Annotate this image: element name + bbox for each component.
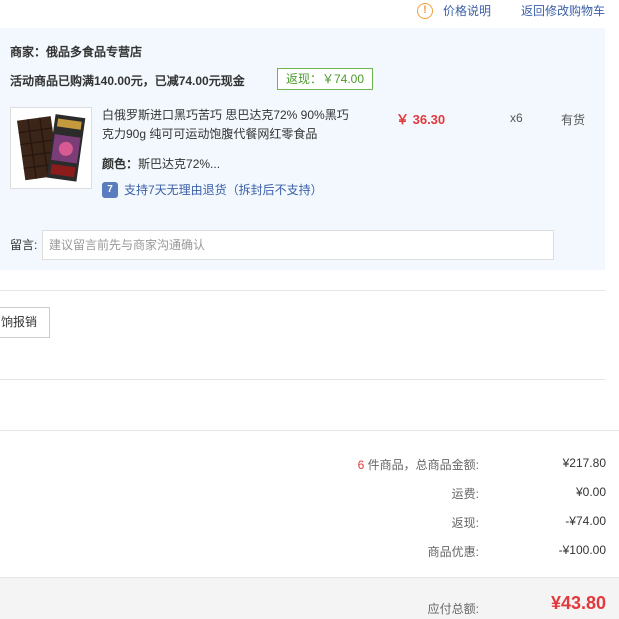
discount-label: 商品优惠: (427, 545, 479, 559)
merchant-info: 商家：俄品多食品专营店 (10, 43, 142, 60)
chocolate-image-icon (11, 108, 91, 188)
product-color: 颜色：斯巴达克72%... (102, 155, 220, 172)
order-panel: 商家：俄品多食品专营店 活动商品已购满140.00元，已减74.00元现金 返现… (0, 28, 605, 270)
color-label: 颜色： (102, 157, 139, 171)
discount-value: -¥100.00 (558, 543, 606, 557)
merchant-name[interactable]: 俄品多食品专营店 (46, 45, 142, 59)
color-value: 斯巴达克72%... (138, 157, 221, 171)
stock-status: 有货 (561, 113, 586, 127)
divider (0, 430, 619, 431)
message-input[interactable] (42, 230, 554, 260)
product-thumbnail[interactable] (10, 107, 92, 189)
divider (0, 379, 605, 380)
product-title[interactable]: 白俄罗斯进口黑巧苦巧 思巴达克72% 90%黑巧克力90g 纯可可运动饱腹代餐网… (102, 106, 350, 144)
rebate-value: -¥74.00 (565, 514, 606, 528)
top-links: ! 价格说明 返回修改购物车 (0, 0, 619, 24)
price-help-label: 价格说明 (443, 4, 492, 18)
subtotal-label: 6 件商品，总商品金额: (358, 456, 479, 473)
shipping-label: 运费: (451, 487, 479, 501)
total-label: 应付总额: (427, 602, 479, 616)
invoice-button[interactable]: 饷报销 (0, 307, 51, 338)
total-value: ¥43.80 (550, 593, 606, 613)
rebate-label: 返现: (451, 516, 479, 530)
item-count-suffix: 件商品，总商品金额: (364, 458, 479, 472)
message-label: 留言: (10, 238, 38, 252)
return-policy-label: 支持7天无理由退货（拆封后不支持） (124, 183, 323, 197)
shipping-value: ¥0.00 (575, 485, 606, 499)
divider (0, 290, 605, 291)
rebate-tag: 返现：￥74.00 (277, 68, 374, 90)
back-to-cart-link[interactable]: 返回修改购物车 (521, 2, 605, 19)
merchant-label: 商家： (10, 45, 47, 59)
product-price: ￥ 36.30 (396, 112, 446, 127)
warning-icon: ! (417, 2, 433, 19)
return-policy-icon: 7 (102, 181, 118, 198)
return-policy[interactable]: 7 支持7天无理由退货（拆封后不支持） (102, 181, 323, 198)
promo-text: 活动商品已购满140.00元，已减74.00元现金 (10, 74, 245, 88)
total-bar: 应付总额: ¥43.80 (0, 577, 619, 619)
product-quantity: x6 (510, 111, 523, 125)
subtotal-value: ¥217.80 (562, 456, 606, 470)
price-help-link[interactable]: ! 价格说明 (417, 2, 491, 19)
